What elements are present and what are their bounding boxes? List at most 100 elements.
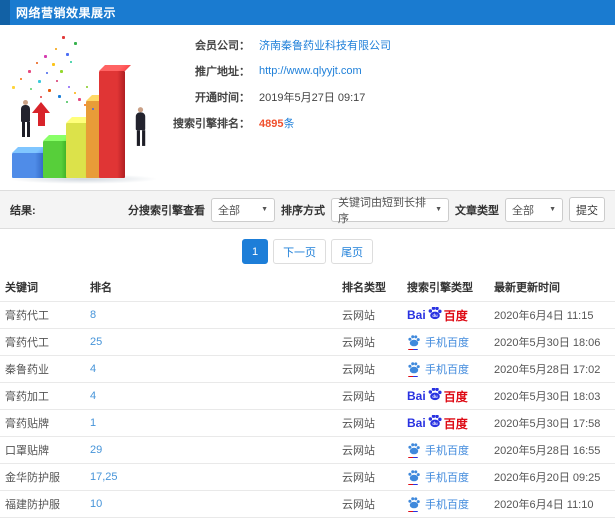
confetti-dot [62,36,65,39]
confetti-dot [84,104,86,106]
header-engine-type: 搜索引擎类型 [407,281,473,294]
promo-url-link[interactable]: http://www.qlyyjt.com [259,65,362,77]
page: 网络营销效果展示 会员公司： 济南秦鲁药业科技有限公司 推广地址： http:/… [0,0,615,520]
baidu-pc-logo: Bai du 百度 [407,306,468,324]
sort-filter-value: 关键词由短到长排序 [338,196,426,225]
table-row: 膏药代工 25 云网站 Bai du 百度 [0,328,615,355]
baidu-mobile-logo: 手机百度 [407,442,469,458]
confetti-dot [60,70,63,73]
up-arrow-icon [32,102,50,128]
table-row: 口罩贴牌 29 云网站 Bai du 百度 [0,436,615,463]
filter-bar: 结果: 分搜索引擎查看 全部 ▼ 排序方式 关键词由短到长排序 ▼ 文章类型 全… [0,190,615,229]
info-row-company: 会员公司： 济南秦鲁药业科技有限公司 [150,36,391,54]
engine-type-cell: Bai du 百度 [402,496,489,512]
table-row: 膏药代工 8 云网站 Bai du 百度 2020年6月4日 11:15 [0,301,615,328]
confetti-dot [44,55,47,58]
baidu-mobile-logo: 手机百度 [407,496,469,512]
keyword-cell: 秦鲁药业 [5,364,49,376]
sort-filter-label: 排序方式 [281,204,325,217]
confetti-dot [70,61,72,63]
confetti-dot [56,80,58,82]
rank-type-cell: 云网站 [342,310,375,322]
info-fields: 会员公司： 济南秦鲁药业科技有限公司 推广地址： http://www.qlyy… [150,36,391,140]
baidu-mobile-logo: 手机百度 [407,361,469,377]
rank-type-cell: 云网站 [342,499,375,511]
header-rank-type: 排名类型 [342,281,386,294]
rank-link[interactable]: 4 [85,390,337,402]
baidu-mobile-paw-icon [407,361,421,377]
rank-link[interactable]: 29 [85,444,337,456]
last-page-button[interactable]: 尾页 [331,239,374,264]
keyword-cell: 福建防护服 [5,499,60,511]
chevron-down-icon: ▼ [435,206,442,213]
open-time-label: 开通时间： [195,92,250,104]
article-type-label: 文章类型 [455,204,499,217]
table-row: 膏药加工 4 云网站 Bai du 百度 2020年5月30日 18:03 [0,382,615,409]
rank-link[interactable]: 17,25 [85,471,337,483]
confetti-dot [58,95,61,98]
table-header-row: 关键词 排名 排名类型 搜索引擎类型 最新更新时间 [0,272,615,301]
engine-type-cell: Bai du 百度 [402,414,489,432]
info-row-rank-count: 搜索引擎排名： 4895条 [150,114,391,132]
confetti-dot [30,88,32,90]
engine-filter-select[interactable]: 全部 ▼ [211,197,275,222]
baidu-mobile-logo: 手机百度 [407,469,469,485]
engine-rank-label: 搜索引擎排名： [173,118,250,130]
updated-time-cell: 2020年5月30日 17:58 [494,418,601,430]
title-bar: 网络营销效果展示 [0,0,615,25]
info-section: 会员公司： 济南秦鲁药业科技有限公司 推广地址： http://www.qlyy… [0,25,615,190]
article-type-select[interactable]: 全部 ▼ [505,197,563,222]
table-row: 秦鲁药业 4 云网站 Bai du 百度 [0,355,615,382]
rank-type-cell: 云网站 [342,337,375,349]
header-keyword: 关键词 [5,281,38,294]
engine-rank-value: 4895条 [259,115,294,131]
baidu-paw-icon: du [428,414,442,428]
ranking-table: 关键词 排名 排名类型 搜索引擎类型 最新更新时间 膏药代工 8 云网站 Bai… [0,272,615,520]
company-link[interactable]: 济南秦鲁药业科技有限公司 [259,37,391,53]
next-page-button[interactable]: 下一页 [273,239,327,264]
baidu-paw-icon: du [428,306,442,320]
baidu-mobile-paw-icon [407,334,421,350]
confetti-dot [74,92,76,94]
table-row: 福建防护服 10 云网站 Bai du 百度 [0,490,615,517]
info-row-url: 推广地址： http://www.qlyyjt.com [150,62,391,80]
confetti-dot [66,53,69,56]
rank-link[interactable]: 1 [85,417,337,429]
sort-filter-select[interactable]: 关键词由短到长排序 ▼ [331,197,449,225]
rank-link[interactable]: 4 [85,363,337,375]
keyword-cell: 口罩贴牌 [5,445,49,457]
rank-link[interactable]: 10 [85,498,337,510]
pagination: 1 下一页 尾页 [0,239,615,264]
baidu-pc-logo: Bai du 百度 [407,414,468,432]
page-number-current[interactable]: 1 [241,239,269,264]
svg-text:du: du [432,394,438,399]
promo-url-label: 推广地址： [195,66,250,78]
svg-text:du: du [432,421,438,426]
rank-count-suffix: 条 [283,118,295,130]
confetti-dot [36,62,38,64]
article-type-value: 全部 [512,204,534,217]
confetti-dot [92,108,94,110]
confetti-dot [48,89,51,92]
engine-type-cell: Bai du 百度 [402,469,489,485]
updated-time-cell: 2020年6月20日 09:25 [494,472,601,484]
keyword-cell: 膏药加工 [5,391,49,403]
confetti-dot [40,96,42,98]
engine-type-cell: Bai du 百度 [402,442,489,458]
rank-link[interactable]: 8 [85,309,337,321]
rank-type-cell: 云网站 [342,472,375,484]
rank-link[interactable]: 25 [85,336,337,348]
updated-time-cell: 2020年6月4日 11:10 [494,499,594,511]
info-row-opened: 开通时间： 2019年5月27日 09:17 [150,88,391,106]
businessman-figure-left [19,100,32,137]
clipart-bar-blue [12,153,45,178]
confetti-dot [46,72,48,74]
submit-button[interactable]: 提交 [569,197,605,222]
rank-type-cell: 云网站 [342,418,375,430]
keyword-cell: 膏药代工 [5,337,49,349]
updated-time-cell: 2020年5月28日 17:02 [494,364,601,376]
baidu-paw-icon: du [428,387,442,401]
header-updated: 最新更新时间 [494,281,560,294]
rank-type-cell: 云网站 [342,391,375,403]
filter-controls: 分搜索引擎查看 全部 ▼ 排序方式 关键词由短到长排序 ▼ 文章类型 全部 ▼ … [128,197,605,225]
